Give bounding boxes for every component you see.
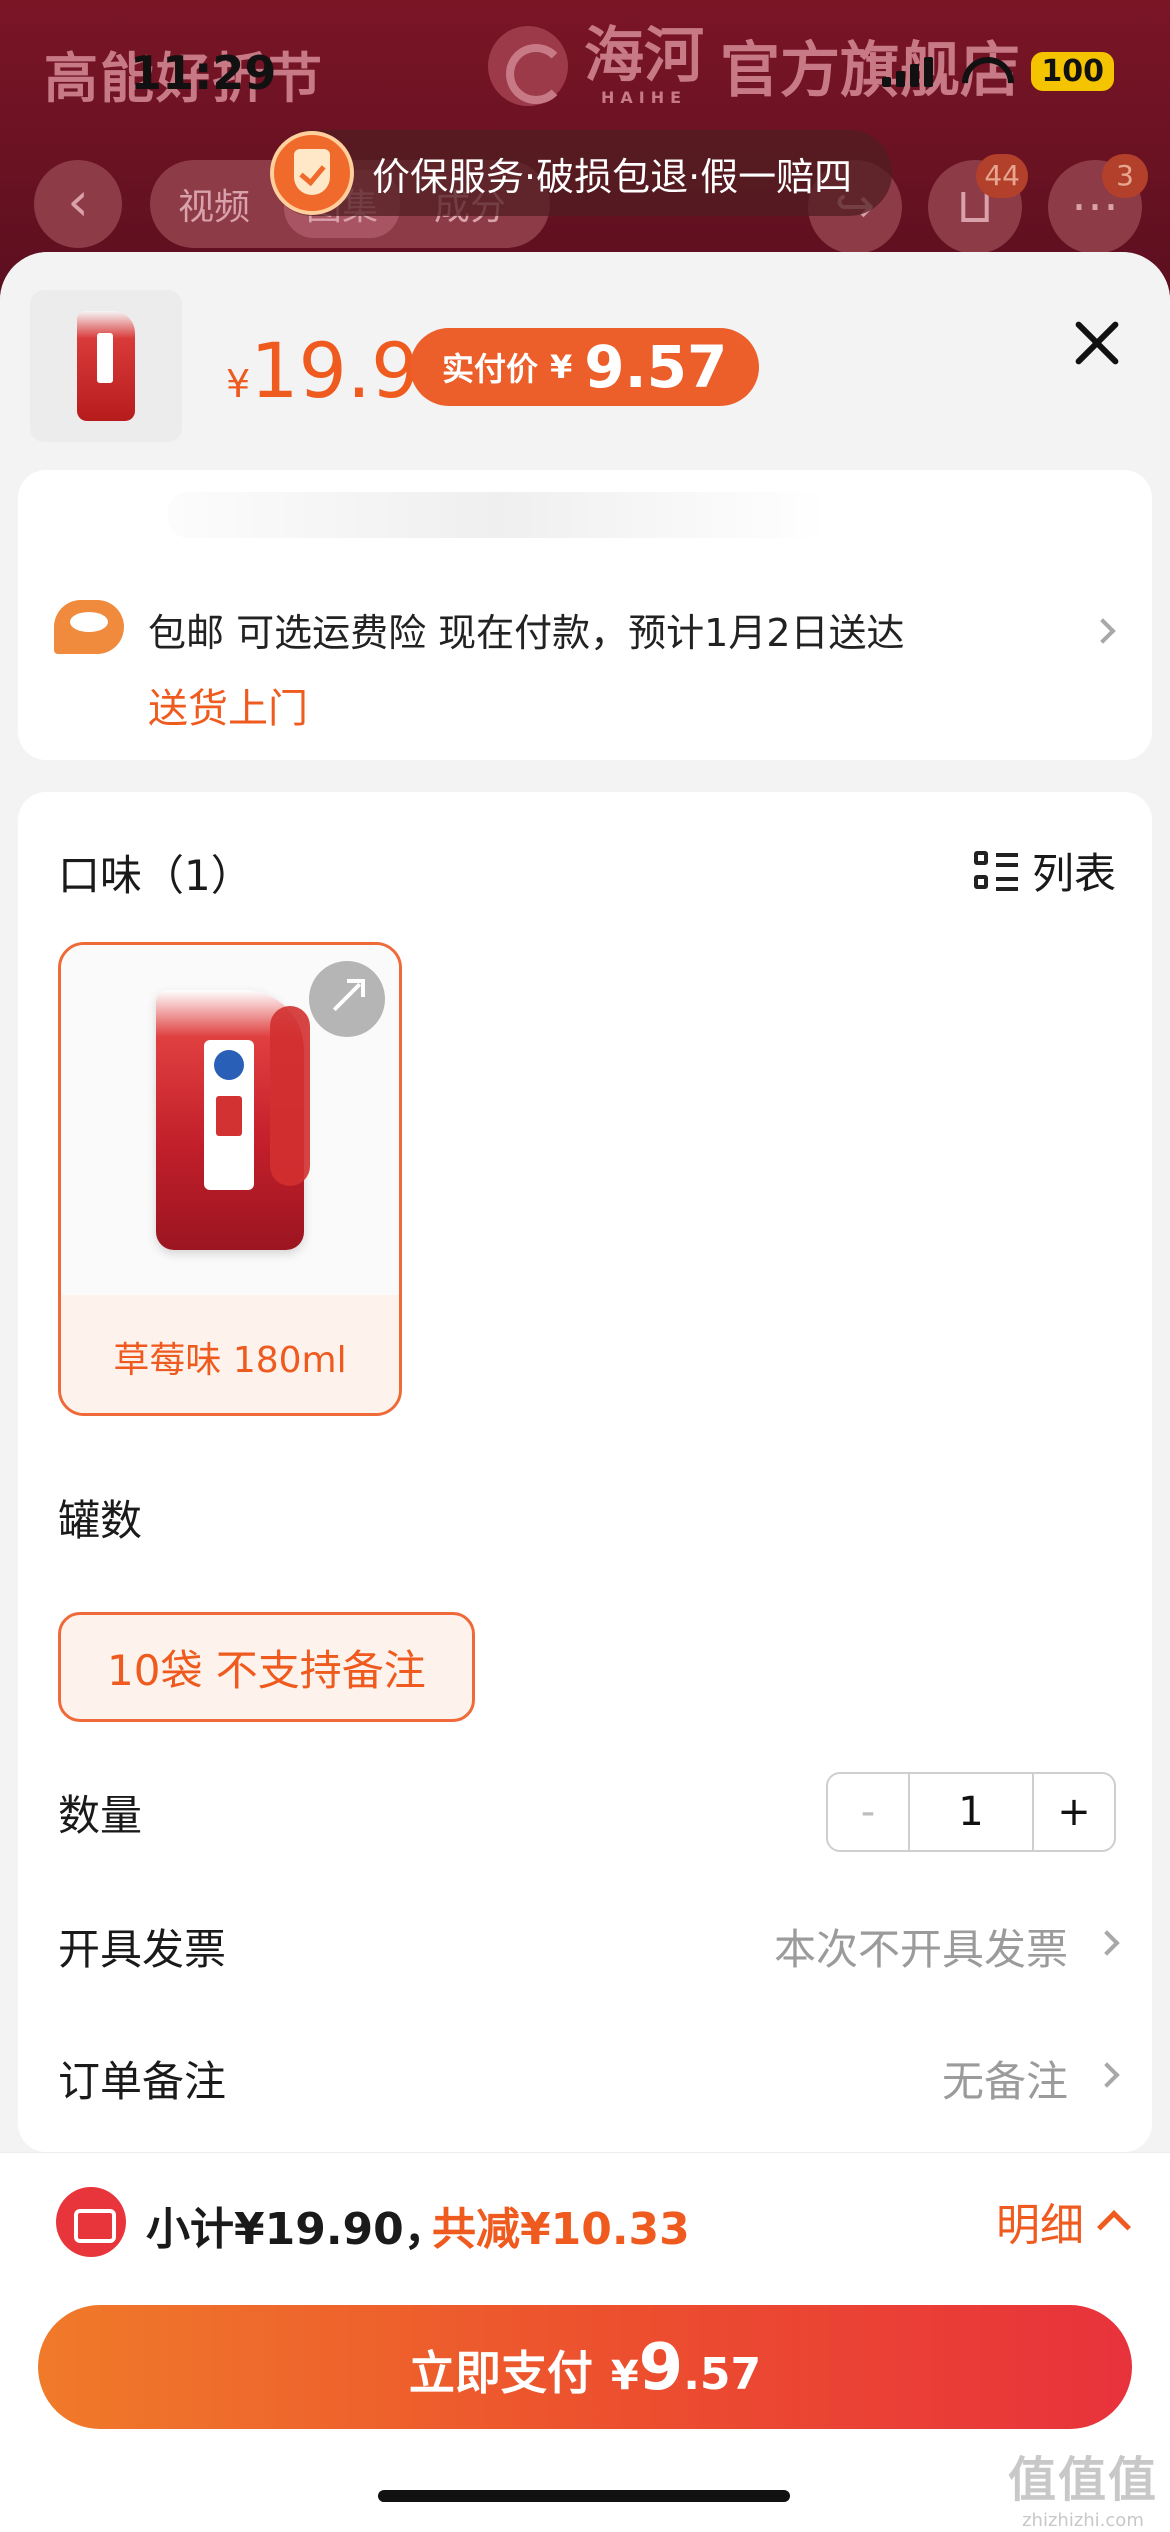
quantity-label: 数量 — [58, 1791, 143, 1840]
shipping-card[interactable]: 包邮 可选运费险 现在付款，预计1月2日送达 送货上门 — [18, 470, 1152, 760]
options-card: 口味（1） 列表 草莓味 180ml 罐数 10袋 不支持备注 数量 - 1 +… — [18, 792, 1152, 2152]
price-detail-label: 明细 — [996, 2200, 1084, 2251]
pack-section-title: 罐数 — [58, 1496, 143, 1545]
tab-video[interactable]: 视频 — [178, 178, 250, 230]
flavor-section-title: 口味（1） — [58, 851, 253, 900]
back-button[interactable]: ‹ — [34, 160, 122, 248]
order-remark-label: 订单备注 — [58, 2057, 227, 2106]
chevron-right-icon — [1090, 618, 1116, 644]
coupon-icon — [56, 2187, 126, 2257]
chevron-right-icon — [1094, 2062, 1120, 2088]
expand-icon[interactable] — [309, 961, 385, 1037]
list-view-toggle[interactable]: 列表 — [973, 840, 1116, 901]
more-button[interactable]: ⋯ 3 — [1048, 154, 1148, 254]
chevron-up-icon — [1097, 2210, 1131, 2244]
flavor-option-label: 草莓味 180ml — [113, 1340, 347, 1381]
delivery-method: 送货上门 — [148, 686, 308, 732]
pay-now-label: 立即支付 — [408, 2346, 593, 2400]
quantity-value[interactable]: 1 — [908, 1774, 1034, 1850]
sheet-header: ¥ 19.9 实付价 ¥ 9.57 — [0, 252, 1170, 462]
shipping-info: 包邮 可选运费险 现在付款，预计1月2日送达 — [148, 611, 905, 655]
cart-badge: 44 — [976, 154, 1028, 198]
brand-name: 海河 HAIHE — [584, 24, 704, 107]
cart-button[interactable]: ⊔ 44 — [928, 154, 1028, 254]
list-view-label: 列表 — [1031, 849, 1116, 898]
actual-price-label: 实付价 — [442, 350, 539, 388]
price-currency: ¥ — [226, 362, 251, 406]
guarantee-banner[interactable]: 价保服务·破损包退·假一赔四 — [270, 130, 893, 216]
watermark-en: zhizhizhi.com — [1022, 2510, 1144, 2531]
address-placeholder — [168, 492, 828, 538]
status-icons: 100 — [882, 52, 1114, 91]
brand-name-cn: 海河 — [584, 21, 704, 91]
courier-logo-icon — [54, 600, 124, 654]
pack-option-10[interactable]: 10袋 不支持备注 — [58, 1612, 475, 1722]
status-time: 11:29 — [130, 46, 277, 100]
close-icon[interactable] — [1070, 316, 1124, 370]
subtotal-text: 小计¥19.90， — [146, 2204, 448, 2255]
message-badge: 3 — [1102, 154, 1148, 198]
price-detail-button[interactable]: 明细 — [996, 2189, 1131, 2253]
quantity-increment-button[interactable]: + — [1034, 1774, 1114, 1850]
site-watermark: 值值值 zhizhizhi.com — [1008, 2440, 1158, 2531]
price-value: 19.9 — [250, 326, 420, 415]
battery-indicator: 100 — [1031, 52, 1114, 91]
flavor-option-strawberry[interactable]: 草莓味 180ml — [58, 942, 402, 1416]
brand-name-en: HAIHE — [600, 88, 688, 107]
strawberry-milk-pouch-image — [156, 990, 310, 1250]
invoice-value[interactable]: 本次不开具发票 — [774, 1916, 1068, 1977]
pay-amount-decimal: .57 — [683, 2349, 762, 2400]
pay-amount-integer: 9 — [638, 2331, 684, 2405]
wifi-icon — [959, 55, 1005, 89]
chevron-right-icon — [1094, 1930, 1120, 1956]
shield-check-icon — [270, 131, 354, 215]
quantity-decrement-button[interactable]: - — [828, 1774, 908, 1850]
watermark-cn: 值值值 — [1007, 2452, 1158, 2508]
brand-logo-icon — [488, 25, 568, 106]
order-remark-value[interactable]: 无备注 — [942, 2048, 1068, 2109]
checkout-footer: 小计¥19.90， 共减¥10.33 明细 立即支付 ¥ 9 .57 — [0, 2152, 1170, 2532]
actual-price-currency: ¥ — [550, 348, 573, 386]
product-thumbnail[interactable] — [30, 290, 182, 442]
product-price: ¥ 19.9 — [226, 326, 419, 415]
invoice-label: 开具发票 — [58, 1925, 227, 1974]
actual-price-badge: 实付价 ¥ 9.57 — [410, 328, 760, 406]
actual-price-value: 9.57 — [584, 333, 728, 401]
product-pouch-image — [77, 311, 135, 421]
cellular-signal-icon — [882, 56, 934, 87]
quantity-stepper: - 1 + — [826, 1772, 1116, 1852]
list-view-icon — [973, 849, 1018, 893]
guarantee-text: 价保服务·破损包退·假一赔四 — [372, 154, 853, 199]
pay-currency: ¥ — [610, 2353, 639, 2399]
discount-text: 共减¥10.33 — [432, 2204, 690, 2255]
home-indicator[interactable] — [378, 2490, 790, 2502]
pay-now-button[interactable]: 立即支付 ¥ 9 .57 — [38, 2305, 1132, 2429]
sku-selector-sheet: ¥ 19.9 实付价 ¥ 9.57 包邮 可选运费险 现在付款，预计1月2日送达… — [0, 252, 1170, 2532]
